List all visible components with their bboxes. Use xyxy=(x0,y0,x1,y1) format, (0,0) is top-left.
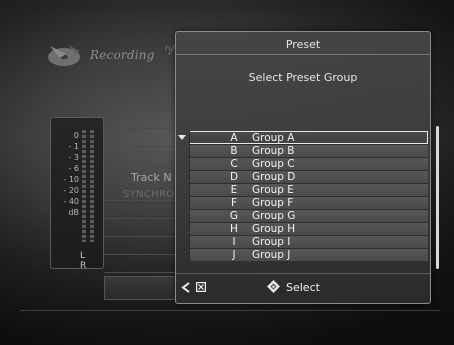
group-name: Group G xyxy=(252,210,296,222)
group-letter: C xyxy=(230,158,238,170)
info-row xyxy=(104,129,176,147)
info-row xyxy=(104,147,176,165)
synchro-label: SYNCHRO xyxy=(123,189,175,200)
meter-bar-right xyxy=(90,130,94,242)
info-row xyxy=(104,219,176,237)
group-list-item-c[interactable]: C Group C xyxy=(189,157,428,170)
dialog-title: Preset xyxy=(285,38,321,51)
group-name: Group H xyxy=(252,223,296,235)
meter-scale-label: dB xyxy=(68,208,79,217)
level-meter: 0 - 1 - 3 - 6 - 10 - 20 - 40 dB L R xyxy=(50,117,104,271)
disc-icon xyxy=(48,45,80,66)
group-letter: H xyxy=(230,223,238,235)
group-letter: J xyxy=(232,249,236,261)
group-name: Group B xyxy=(252,145,295,157)
meter-bar-left xyxy=(82,130,86,242)
record-setting-icon: ⁿ⁄ xyxy=(165,43,173,59)
track-label: Track N xyxy=(131,171,172,184)
group-list-item-g[interactable]: G Group G xyxy=(189,209,428,222)
group-name: Group E xyxy=(252,184,294,196)
group-name: Group D xyxy=(252,171,296,183)
group-list-item-h[interactable]: H Group H xyxy=(189,222,428,235)
group-letter: B xyxy=(230,145,238,157)
group-name: Group A xyxy=(252,132,295,144)
group-letter: F xyxy=(230,197,238,209)
group-letter: D xyxy=(229,171,239,183)
group-name: Group I xyxy=(252,236,291,248)
group-letter: I xyxy=(232,236,236,248)
dialog-subtitle: Select Preset Group xyxy=(248,71,358,84)
group-list-item-i[interactable]: I Group I xyxy=(189,235,428,248)
meter-scale-label: - 1 xyxy=(68,142,79,151)
info-row xyxy=(104,201,176,219)
list-scrollbar[interactable] xyxy=(436,126,439,269)
meter-scale-label: 0 xyxy=(73,131,79,140)
group-letter: G xyxy=(229,210,239,222)
divider xyxy=(176,273,430,274)
preset-group-list[interactable]: A Group A B Group B C Group C D Group D … xyxy=(189,131,428,261)
group-list-item-j[interactable]: J Group J xyxy=(189,248,428,261)
meter-scale-label: - 10 xyxy=(63,175,79,184)
meter-scale-label: - 3 xyxy=(68,153,79,162)
divider xyxy=(176,54,430,55)
meter-scale: 0 - 1 - 3 - 6 - 10 - 20 - 40 dB xyxy=(57,130,79,218)
meter-channel-labels: L R xyxy=(80,251,90,271)
group-letter: E xyxy=(230,184,238,196)
list-column-divider xyxy=(189,131,190,269)
group-list-item-e[interactable]: E Group E xyxy=(189,183,428,196)
info-row xyxy=(104,237,176,255)
recording-bottom-bar xyxy=(104,276,177,300)
group-list-item-d[interactable]: D Group D xyxy=(189,170,428,183)
info-row xyxy=(104,255,176,273)
selection-pointer-icon xyxy=(178,135,186,140)
group-letter: A xyxy=(230,132,238,144)
chevron-left-icon[interactable] xyxy=(181,282,191,293)
recorder-screen: Recording ⁿ⁄ 0 - 1 - 3 - 6 - 10 - 20 - 4… xyxy=(0,0,454,345)
meter-scale-label: - 40 xyxy=(63,197,79,206)
meter-scale-label: - 6 xyxy=(68,164,79,173)
group-list-item-a[interactable]: A Group A xyxy=(189,131,428,144)
select-label: Select xyxy=(286,281,320,294)
group-list-item-f[interactable]: F Group F xyxy=(189,196,428,209)
cancel-box-icon[interactable] xyxy=(196,282,206,292)
group-list-item-b[interactable]: B Group B xyxy=(189,144,428,157)
divider xyxy=(20,310,440,311)
group-name: Group J xyxy=(252,249,291,261)
group-name: Group F xyxy=(252,197,294,209)
recording-title: Recording xyxy=(90,48,155,62)
group-name: Group C xyxy=(252,158,295,170)
preset-dialog: Preset Select Preset Group A Group A B G… xyxy=(175,31,439,304)
dpad-select-icon[interactable] xyxy=(267,280,280,293)
recording-header: Recording ⁿ⁄ xyxy=(46,40,173,70)
meter-scale-label: - 20 xyxy=(63,186,79,195)
